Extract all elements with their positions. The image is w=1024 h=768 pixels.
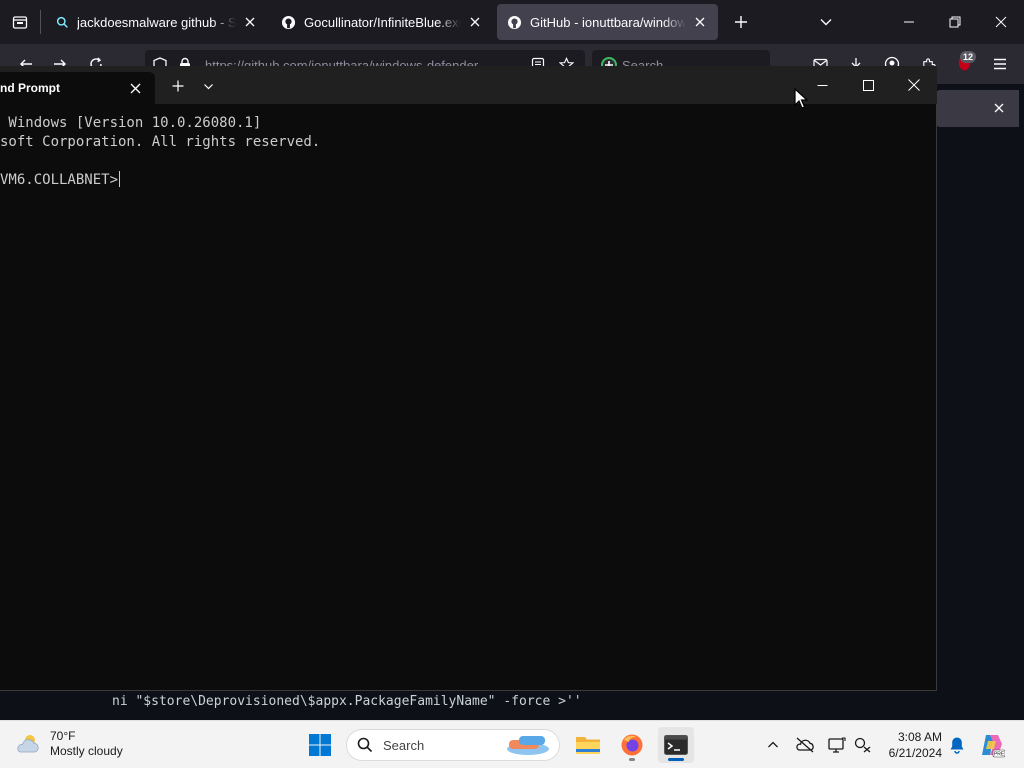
network-button[interactable] <box>848 727 878 763</box>
notification-bar <box>936 90 1019 127</box>
close-window-icon[interactable] <box>987 8 1015 36</box>
minimize-icon[interactable] <box>810 74 834 96</box>
start-button[interactable] <box>302 727 338 763</box>
copilot-icon: PRE <box>982 735 1005 758</box>
onedrive-button[interactable] <box>790 727 820 763</box>
browser-tab-1[interactable]: jackdoesmalware github - Sear <box>46 4 268 40</box>
tab-title: GitHub - ionuttbara/windows-d <box>530 14 686 30</box>
cloud-offline-icon <box>796 737 814 753</box>
clock-time: 3:08 AM <box>897 730 942 744</box>
notifications-button[interactable] <box>944 727 970 763</box>
terminal-prompt[interactable]: VM6.COLLABNET> <box>0 171 937 190</box>
running-indicator <box>629 758 635 761</box>
prompt-text: VM6.COLLABNET> <box>0 172 119 188</box>
close-tab-icon[interactable] <box>467 14 483 30</box>
list-all-tabs-icon[interactable] <box>812 8 840 36</box>
chevron-up-icon <box>768 741 778 748</box>
new-tab-icon[interactable] <box>168 76 188 96</box>
firefox-icon <box>621 734 643 756</box>
extension-badge: 12 <box>960 51 977 63</box>
windows-logo-icon <box>309 734 331 756</box>
terminal-line: soft Corporation. All rights reserved. <box>0 134 321 150</box>
network-icon <box>854 737 871 753</box>
browser-tab-strip: jackdoesmalware github - Sear Gocullinat… <box>0 0 1024 44</box>
github-icon <box>281 15 296 29</box>
tab-title: Gocullinator/InfiniteBlue.exe at <box>304 14 461 30</box>
weather-widget[interactable]: 70°F Mostly cloudy <box>14 729 123 759</box>
close-notification-icon[interactable] <box>990 99 1008 117</box>
terminal-window[interactable]: nd Prompt Windows [Version 10.0.26080.1]… <box>0 66 937 691</box>
tab-divider <box>40 10 41 34</box>
copilot-button[interactable]: PRE <box>974 727 1010 763</box>
search-highlight-icon <box>507 736 549 755</box>
chevron-down-icon[interactable] <box>198 76 218 96</box>
terminal-button[interactable] <box>658 727 694 763</box>
terminal-line: Windows [Version 10.0.26080.1] <box>0 115 262 131</box>
terminal-tab[interactable]: nd Prompt <box>0 72 155 104</box>
file-explorer-button[interactable] <box>570 727 606 763</box>
cloudy-weather-icon <box>17 735 39 753</box>
search-label: Search <box>383 737 425 753</box>
weather-temperature: 70°F <box>50 729 76 743</box>
monitor-icon <box>828 737 846 753</box>
mouse-pointer-icon <box>794 87 809 115</box>
search-icon <box>357 737 373 753</box>
clock-date: 6/21/2024 <box>888 746 942 760</box>
maximize-icon[interactable] <box>856 74 880 96</box>
firefox-button[interactable] <box>614 727 650 763</box>
menu-icon[interactable] <box>990 54 1010 74</box>
close-tab-icon[interactable] <box>692 14 708 30</box>
weather-condition: Mostly cloudy <box>50 744 123 758</box>
terminal-tab-title: nd Prompt <box>0 81 60 95</box>
taskbar-search-box[interactable]: Search <box>346 729 560 761</box>
firefox-view-icon[interactable] <box>6 8 34 36</box>
active-indicator <box>668 758 684 761</box>
minimize-icon[interactable] <box>895 8 923 36</box>
close-window-icon[interactable] <box>902 74 926 96</box>
restore-icon[interactable] <box>941 8 969 36</box>
show-hidden-icons-button[interactable] <box>760 727 786 763</box>
terminal-icon <box>664 735 688 755</box>
new-tab-icon[interactable] <box>727 8 755 36</box>
code-line: ni "$store\Deprovisioned\$appx.PackageFa… <box>112 694 582 709</box>
svg-text:PRE: PRE <box>994 752 1005 758</box>
terminal-output[interactable]: Windows [Version 10.0.26080.1] soft Corp… <box>0 104 937 691</box>
browser-tab-3[interactable]: GitHub - ionuttbara/windows-d <box>497 4 718 40</box>
taskbar: 70°F Mostly cloudy Search 3:08 AM 6/21/2… <box>0 720 1024 768</box>
bell-icon <box>950 737 964 754</box>
desktop-screen: jackdoesmalware github - Sear Gocullinat… <box>0 0 1024 768</box>
search-icon <box>56 16 68 28</box>
clock[interactable]: 3:08 AM 6/21/2024 <box>876 729 942 761</box>
browser-tab-2[interactable]: Gocullinator/InfiniteBlue.exe at <box>271 4 493 40</box>
folder-icon <box>576 737 600 754</box>
github-icon <box>507 15 522 29</box>
tab-title: jackdoesmalware github - Sear <box>77 14 236 30</box>
close-tab-icon[interactable] <box>127 80 143 96</box>
close-tab-icon[interactable] <box>242 14 258 30</box>
text-cursor <box>119 171 121 187</box>
